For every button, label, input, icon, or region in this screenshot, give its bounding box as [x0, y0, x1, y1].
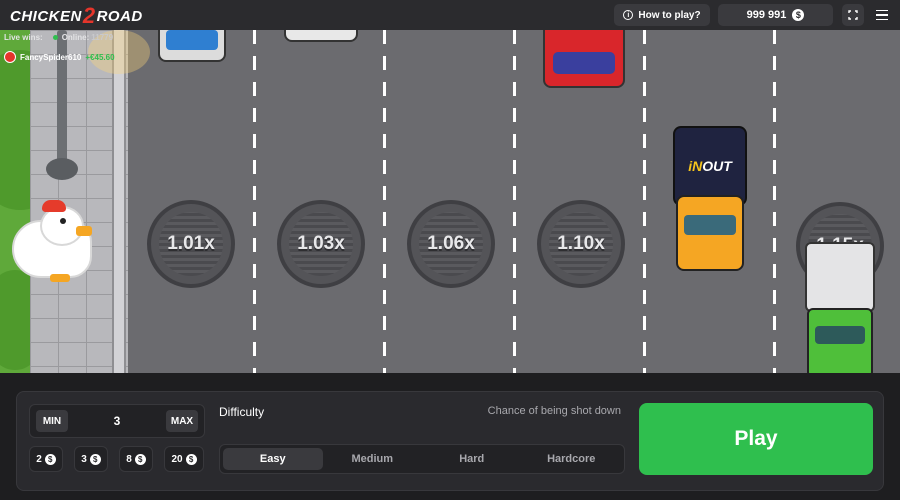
control-panel: MIN 3 MAX 2 $ 3 $ 8 $ 20 $ Difficulty Ch… — [16, 391, 884, 491]
street-lamp-base — [46, 158, 78, 180]
inout-truck-trailer: iNOUT — [673, 126, 747, 206]
balance-value: 999 991 — [746, 9, 787, 21]
logo-text-road: ROAD — [96, 7, 143, 25]
dollar-coin-icon: $ — [44, 453, 56, 465]
quick-bet-3-button[interactable]: 3 $ — [74, 446, 108, 472]
how-to-play-label: How to play? — [638, 9, 701, 21]
difficulty-label: Difficulty — [219, 405, 265, 419]
bet-amount-box: MIN 3 MAX — [29, 404, 205, 438]
logo-text-chicken: CHICKEN — [10, 7, 82, 25]
menu-line-icon — [876, 9, 888, 12]
lane-manhole-4[interactable]: 1.10x — [537, 200, 625, 288]
lane-divider — [643, 30, 646, 373]
bottom-controls: MIN 3 MAX 2 $ 3 $ 8 $ 20 $ Difficulty Ch… — [0, 373, 900, 500]
lane-multiplier: 1.03x — [297, 233, 345, 254]
lane-divider — [513, 30, 516, 373]
bet-amount-input[interactable]: 3 — [80, 405, 154, 437]
lane-manhole-2[interactable]: 1.03x — [277, 200, 365, 288]
inout-logo: iNOUT — [688, 158, 732, 174]
chicken-player — [12, 200, 94, 282]
hamburger-menu-button[interactable] — [871, 4, 893, 26]
last-winner: FancySpider610 +€45.60 — [4, 50, 115, 64]
white-truck — [284, 30, 358, 42]
online-count: 11779 — [91, 33, 114, 42]
online-indicator: Online: 11779 — [52, 33, 114, 42]
logo-text-2: 2 — [82, 3, 96, 28]
difficulty-selector: Easy Medium Hard Hardcore — [219, 444, 625, 474]
quick-bet-8-button[interactable]: 8 $ — [119, 446, 153, 472]
info-icon: i — [623, 10, 634, 20]
balance-display: 999 991 $ — [718, 4, 833, 26]
lane-manhole-1[interactable]: 1.01x — [147, 200, 235, 288]
menu-line-icon — [876, 18, 888, 21]
difficulty-tab-medium[interactable]: Medium — [323, 448, 423, 470]
winner-amount: +€45.60 — [85, 52, 115, 62]
fullscreen-button[interactable] — [842, 4, 864, 26]
live-wins-label: Live wins: — [4, 33, 43, 42]
dollar-coin-icon: $ — [792, 9, 805, 21]
lane-divider — [383, 30, 386, 373]
difficulty-tab-hard[interactable]: Hard — [422, 448, 522, 470]
game-board: 1.01x 1.03x 1.06x 1.10x 1.15x iNOUT Live… — [0, 30, 900, 373]
menu-line-icon — [876, 14, 888, 16]
quick-bet-20-button[interactable]: 20 $ — [164, 446, 204, 472]
difficulty-tab-hardcore[interactable]: Hardcore — [522, 448, 622, 470]
top-bar: CHICKEN 2 ROAD i How to play? 999 991 $ — [0, 0, 900, 30]
lane-multiplier: 1.01x — [167, 233, 215, 254]
lane-divider — [253, 30, 256, 373]
quick-bet-2-button[interactable]: 2 $ — [29, 446, 63, 472]
lane-divider — [773, 30, 776, 373]
min-bet-button[interactable]: MIN — [36, 410, 68, 432]
dollar-coin-icon: $ — [185, 453, 197, 465]
lane-manhole-3[interactable]: 1.06x — [407, 200, 495, 288]
fullscreen-icon — [848, 10, 858, 20]
difficulty-tab-easy[interactable]: Easy — [223, 448, 323, 470]
lane-multiplier: 1.06x — [427, 233, 475, 254]
live-wins-bar: Live wins: Online: 11779 — [4, 33, 113, 42]
curb — [112, 30, 126, 373]
avatar — [4, 51, 16, 63]
green-truck-cab — [807, 308, 873, 373]
max-bet-button[interactable]: MAX — [166, 410, 198, 432]
play-button[interactable]: Play — [639, 403, 873, 475]
dollar-coin-icon: $ — [89, 453, 101, 465]
red-fire-truck — [543, 30, 625, 88]
lane-multiplier: 1.10x — [557, 233, 605, 254]
winner-name: FancySpider610 — [20, 52, 82, 62]
chance-label: Chance of being shot down — [487, 405, 621, 417]
dollar-coin-icon: $ — [134, 453, 146, 465]
green-truck-trailer — [805, 242, 875, 312]
inout-truck-cab — [676, 195, 744, 271]
blue-truck — [158, 30, 226, 62]
online-dot-icon — [52, 35, 58, 40]
game-logo: CHICKEN 2 ROAD — [10, 5, 143, 27]
how-to-play-button[interactable]: i How to play? — [614, 4, 710, 26]
